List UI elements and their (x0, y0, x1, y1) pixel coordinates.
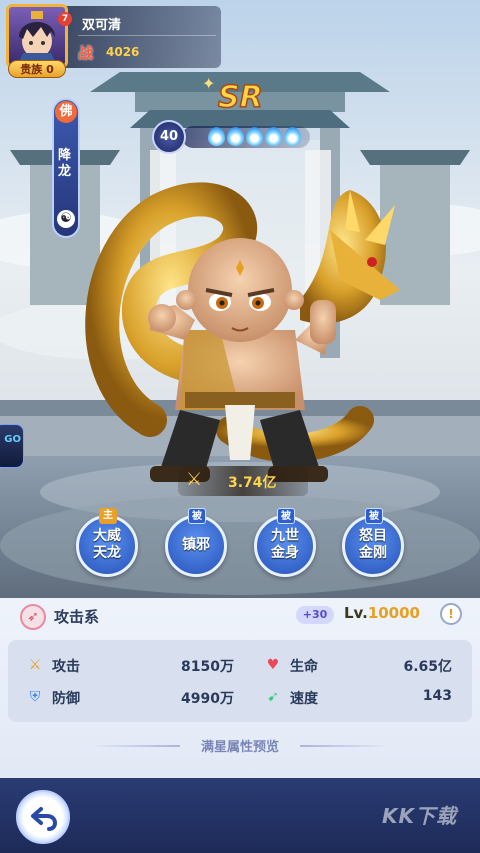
skill-button[interactable]: 被 镇邪 (165, 508, 227, 577)
attack-type-icon: ➶ (20, 604, 46, 630)
skill-type-tag: 被 (188, 508, 206, 524)
hero-scene: 7 贵族 0 双可清 战 4026 ✦ SR 40 佛 降龙 ☯ GO ⚔ 3.… (0, 0, 480, 600)
skill-button[interactable]: 主 大威 天龙 (76, 508, 138, 577)
stat-label: 速度 (290, 691, 318, 707)
star-level-badge: 40 (152, 120, 186, 154)
side-activity-icon[interactable]: GO (0, 424, 24, 468)
preview-label: 满星属性预览 (200, 740, 279, 755)
skill-type-tag: 主 (99, 508, 117, 524)
skill-button[interactable]: 被 九世 金身 (254, 508, 316, 577)
blue-flame-icon (265, 127, 282, 146)
grade-label: SR (217, 79, 263, 116)
stat-label: 攻击 (52, 659, 80, 675)
combat-power-value: 3.74亿 (228, 475, 277, 491)
skill-type-tag: 被 (277, 508, 295, 524)
combat-power: ⚔ 3.74亿 (178, 466, 308, 496)
player-power-value: 4026 (106, 45, 140, 59)
blue-flame-icon (208, 127, 225, 146)
stat-label: 防御 (52, 691, 80, 707)
divider (78, 35, 216, 36)
yinyang-icon: ☯ (57, 210, 75, 228)
skill-name: 九世 金身 (271, 528, 299, 561)
skill-name: 镇邪 (182, 537, 210, 553)
stat-speed: ➹ 速度 143 (264, 686, 464, 708)
sword-icon: ⚔ (28, 657, 42, 673)
faction-icon: 佛 (55, 101, 77, 123)
level-bonus-badge: +30 (296, 606, 334, 624)
blue-flame-icon (227, 127, 244, 146)
stat-value: 4990万 (181, 691, 234, 707)
hero-level: Lv.10000 (344, 604, 420, 622)
skill-button[interactable]: 被 怒目 金刚 (342, 508, 404, 577)
player-name: 双可清 (82, 18, 122, 33)
stat-hp: ♥ 生命 6.65亿 (264, 654, 464, 676)
stat-value: 8150万 (181, 659, 234, 675)
shield-icon: ⛨ (29, 689, 41, 705)
player-panel: 7 贵族 0 双可清 战 4026 (6, 4, 221, 78)
crossed-swords-icon: ⚔ (186, 469, 203, 490)
heart-icon: ♥ (266, 657, 280, 673)
boot-icon: ➹ (267, 689, 279, 705)
stat-attack: ⚔ 攻击 8150万 (26, 654, 234, 676)
rarity-grade: ✦ SR (202, 74, 268, 118)
star-level-row: 40 (152, 120, 312, 154)
sparkle-icon: ✦ (202, 74, 216, 93)
max-star-preview[interactable]: 满星属性预览 (0, 734, 480, 758)
divider (90, 745, 180, 747)
stat-value: 143 (422, 688, 452, 704)
stats-panel: ⚔ 攻击 8150万 ♥ 生命 6.65亿 ⛨ 防御 4990万 ➹ 速度 14… (8, 640, 472, 722)
avatar-portrait-icon (17, 11, 57, 65)
back-button[interactable] (16, 790, 70, 844)
vip-badge[interactable]: 贵族 0 (8, 60, 66, 78)
level-info-button[interactable]: ! (440, 603, 462, 625)
blue-flame-icon (246, 127, 263, 146)
stat-label: 生命 (290, 659, 318, 675)
back-arrow-icon (31, 807, 57, 831)
skill-type-tag: 被 (365, 508, 383, 524)
hero-name-tag[interactable]: 佛 降龙 ☯ (52, 98, 80, 238)
stat-value: 6.65亿 (403, 659, 452, 675)
watermark: KK下载 (382, 804, 457, 828)
stat-defense: ⛨ 防御 4990万 (26, 686, 234, 708)
hero-name: 降龙 (58, 148, 72, 179)
star-drops (208, 127, 301, 146)
skill-name: 大威 天龙 (93, 528, 121, 561)
divider (300, 745, 390, 747)
hero-type-label: 攻击系 (54, 608, 100, 626)
skill-name: 怒目 金刚 (359, 528, 387, 561)
notification-badge: 7 (58, 12, 72, 26)
power-icon: 战 (78, 44, 94, 62)
blue-flame-icon (284, 127, 301, 146)
